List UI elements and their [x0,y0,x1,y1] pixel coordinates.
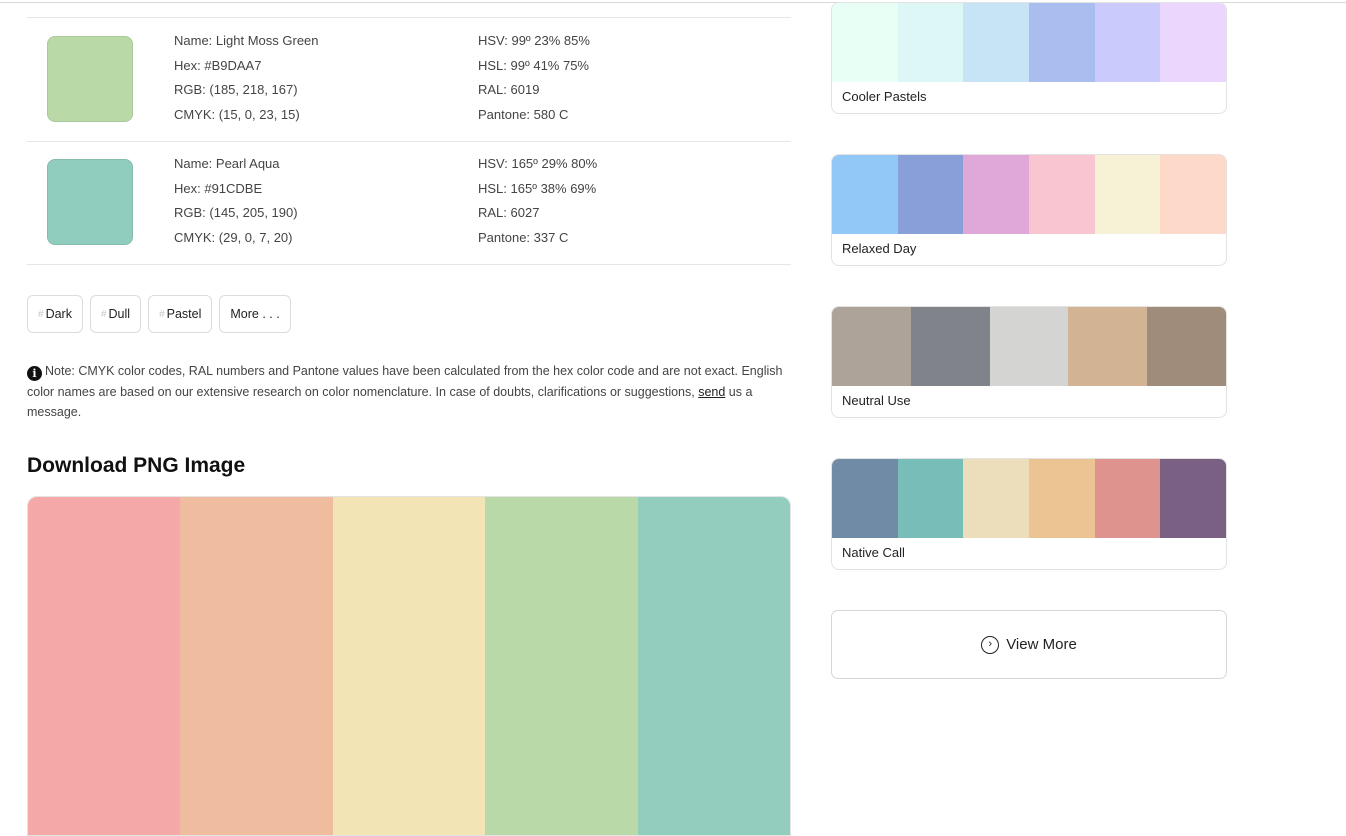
color-cmyk: CMYK: (29, 0, 7, 20) [174,230,293,246]
palette-color [1029,3,1095,82]
color-pantone: Pantone: 580 C [478,107,569,123]
view-more-button[interactable]: › View More [831,610,1227,679]
color-info-right: HSV: 165º 29% 80% HSL: 165º 38% 69% RAL:… [478,152,597,251]
palette-color [897,155,964,234]
palette-name: Neutral Use [842,393,911,408]
png-color-band [332,497,486,835]
note-text: Note: CMYK color codes, RAL numbers and … [27,364,783,399]
color-ral: RAL: 6027 [478,205,540,221]
hash-icon: # [100,308,107,320]
palette-color [1029,459,1095,538]
png-color-band [180,497,333,835]
palette-colors [832,3,1226,82]
png-color-band [637,497,790,835]
color-hex: Hex: #B9DAA7 [174,57,262,73]
palette-card-neutral-use[interactable]: Neutral Use [831,306,1227,418]
palette-card-native-call[interactable]: Native Call [831,458,1227,570]
palette-color [1160,155,1226,234]
color-row-pearl-aqua: Name: Pearl Aqua Hex: #91CDBE RGB: (145,… [27,141,791,265]
palette-color [1068,307,1148,386]
hash-icon: # [38,308,44,320]
tag-label: Pastel [166,307,202,321]
tag-label: Dull [108,307,131,321]
send-link[interactable]: send [698,385,725,399]
palette-color [989,307,1069,386]
download-png-title: Download PNG Image [27,454,246,477]
palette-color [832,307,911,386]
png-color-band [485,497,638,835]
tag-list: # Dark # Dull # Pastel More . . . [27,295,291,333]
more-tags-button[interactable]: More . . . [219,295,291,333]
palette-color [1147,307,1226,386]
disclaimer-note: i Note: CMYK color codes, RAL numbers and… [27,361,797,423]
palette-color [897,3,964,82]
color-info-left: Name: Pearl Aqua Hex: #91CDBE RGB: (145,… [174,152,298,251]
palette-colors [832,459,1226,538]
color-hsl: HSL: 165º 38% 69% [478,180,597,196]
palette-colors [832,155,1226,234]
png-color-band [28,497,181,835]
palette-color [963,3,1030,82]
palette-color [1029,155,1095,234]
color-swatch[interactable] [47,159,133,245]
color-pantone: Pantone: 337 C [478,230,569,246]
hash-icon: # [159,308,165,320]
color-cmyk: CMYK: (15, 0, 23, 15) [174,107,300,123]
palette-colors [832,307,1226,386]
color-info-right: HSV: 99º 23% 85% HSL: 99º 41% 75% RAL: 6… [478,29,590,128]
color-hsl: HSL: 99º 41% 75% [478,57,589,73]
color-swatch[interactable] [47,36,133,122]
palette-color [832,3,898,82]
tag-dull[interactable]: # Dull [89,295,142,333]
palette-card-cooler-pastels[interactable]: Cooler Pastels [831,2,1227,114]
palette-color [963,459,1030,538]
palette-color [963,155,1030,234]
palette-color [1094,3,1161,82]
palette-color [910,307,990,386]
palette-color [897,459,964,538]
color-rgb: RGB: (185, 218, 167) [174,82,298,98]
palette-name: Native Call [842,545,905,560]
palette-name: Relaxed Day [842,241,917,256]
color-row-light-moss-green: Name: Light Moss Green Hex: #B9DAA7 RGB:… [27,17,791,142]
tag-dark[interactable]: # Dark [27,295,83,333]
color-ral: RAL: 6019 [478,82,540,98]
tag-label: Dark [45,307,72,321]
png-preview[interactable] [27,496,791,836]
color-info-left: Name: Light Moss Green Hex: #B9DAA7 RGB:… [174,29,319,128]
palette-card-relaxed-day[interactable]: Relaxed Day [831,154,1227,266]
color-rgb: RGB: (145, 205, 190) [174,205,298,221]
palette-name: Cooler Pastels [842,89,927,104]
color-hex: Hex: #91CDBE [174,180,263,196]
info-icon: i [27,366,42,381]
palette-color [1160,3,1226,82]
color-hsv: HSV: 165º 29% 80% [478,156,598,171]
tag-pastel[interactable]: # Pastel [148,295,213,333]
color-hsv: HSV: 99º 23% 85% [478,33,590,48]
chevron-right-circle-icon: › [981,635,1000,654]
palette-color [1160,459,1226,538]
view-more-label: View More [1006,636,1077,653]
palette-color [832,155,898,234]
palette-color [1094,155,1161,234]
palette-color [832,459,898,538]
color-name: Name: Light Moss Green [174,33,319,48]
palette-color [1094,459,1161,538]
color-name: Name: Pearl Aqua [174,156,280,171]
